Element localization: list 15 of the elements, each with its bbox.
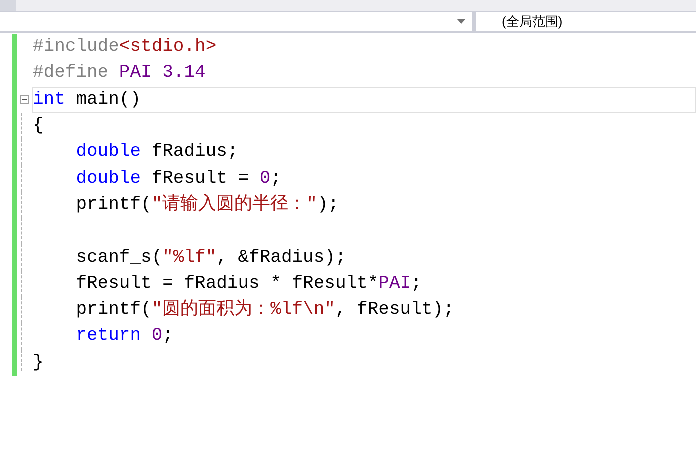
code-line: int main(): [33, 90, 142, 109]
code-line: fResult = fRadius * fResult*PAI;: [75, 274, 422, 293]
code-line: }: [33, 354, 44, 372]
code-line: double fResult = 0;: [75, 170, 282, 188]
code-line: return 0;: [75, 327, 174, 346]
code-line: printf("圆的面积为：%lf\n", fResult);: [75, 301, 454, 320]
code-line: printf("请输入圆的半径：");: [75, 196, 340, 214]
scope-dropdown[interactable]: (全局范围): [476, 12, 696, 31]
code-line: {: [33, 117, 44, 136]
code-line: double fRadius;: [75, 143, 238, 162]
code-line: scanf_s("%lf", &fRadius);: [75, 248, 346, 267]
collapse-icon[interactable]: [20, 95, 29, 104]
code-line: #define PAI 3.14: [33, 64, 206, 82]
caret-icon: [457, 19, 466, 24]
code-line: #include<stdio.h>: [33, 38, 217, 56]
